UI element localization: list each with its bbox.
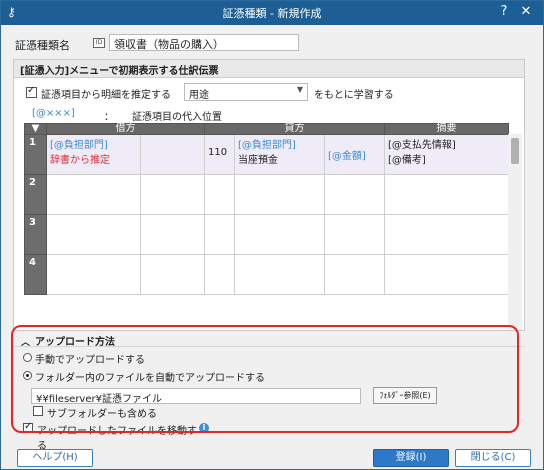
- folder-path-input[interactable]: ¥¥fileserver¥証憑ファイル: [31, 388, 361, 405]
- auto-upload-radio[interactable]: [23, 371, 32, 380]
- placeholder-colon: ：: [104, 112, 114, 123]
- table-row[interactable]: 1 [@負担部門] 辞書から推定 110 [@負担部門] 当座預金 [@金額] …: [24, 134, 509, 175]
- move-files-checkbox[interactable]: [23, 421, 33, 433]
- table-cell[interactable]: [324, 254, 385, 295]
- slip-table-header: ▼ 借方 貸方 摘要: [24, 123, 509, 135]
- close-button[interactable]: 閉じる(C): [455, 449, 531, 467]
- manual-upload-radio[interactable]: [23, 353, 32, 362]
- id-card-icon: ID: [93, 38, 105, 48]
- table-cell[interactable]: [46, 174, 141, 215]
- kind-name-input[interactable]: 領収書（物品の購入）: [109, 34, 299, 51]
- estimate-checkbox[interactable]: [26, 85, 37, 98]
- close-icon[interactable]: ✕: [517, 4, 535, 22]
- manual-upload-label[interactable]: 手動でアップロードする: [35, 351, 235, 366]
- table-cell[interactable]: [140, 254, 205, 295]
- summary-line: [@備考]: [388, 155, 426, 166]
- help-icon[interactable]: ?: [495, 4, 513, 22]
- dialog-window: ⚷ 証憑種類 - 新規作成 ? ✕ 証憑種類名 ID 領収書（物品の購入） [証…: [0, 0, 544, 470]
- table-cell[interactable]: [384, 254, 509, 295]
- table-row[interactable]: 4: [24, 254, 509, 295]
- table-cell[interactable]: [324, 174, 385, 215]
- include-subfolders-checkbox[interactable]: [33, 406, 43, 416]
- table-row[interactable]: 3: [24, 214, 509, 255]
- scrollbar-thumb[interactable]: [511, 138, 519, 164]
- header-credit: 貸方: [204, 123, 385, 135]
- dialog-body: 証憑種類名 ID 領収書（物品の購入） [証憑入力]メニューで初期表示する仕訳伝…: [1, 25, 543, 469]
- table-cell[interactable]: [46, 254, 141, 295]
- table-cell[interactable]: [384, 214, 509, 255]
- credit-amount-cell[interactable]: [@金額]: [324, 134, 385, 175]
- summary-line: [@支払先情報]: [388, 140, 456, 151]
- credit-account: 当座預金: [238, 155, 278, 166]
- info-icon[interactable]: i: [199, 423, 209, 433]
- header-summary: 摘要: [384, 123, 509, 135]
- row-number: 1: [24, 134, 47, 175]
- credit-code-cell[interactable]: 110: [204, 134, 235, 175]
- debit-account-cell[interactable]: [@負担部門] 辞書から推定: [46, 134, 141, 175]
- move-files-label[interactable]: アップロードしたファイルを移動する: [37, 422, 197, 452]
- upload-section-header[interactable]: ︿ アップロード方法: [13, 331, 525, 348]
- placeholder-description: 証憑項目の代入位置: [132, 112, 222, 123]
- row-number: 4: [24, 254, 47, 295]
- include-subfolders-label[interactable]: サブフォルダーも含める: [47, 405, 167, 420]
- kind-name-label: 証憑種類名: [15, 39, 70, 52]
- table-cell[interactable]: [46, 214, 141, 255]
- summary-cell[interactable]: [@支払先情報] [@備考]: [384, 134, 509, 175]
- debit-amount-cell[interactable]: [140, 134, 205, 175]
- help-button[interactable]: ヘルプ(H): [17, 449, 93, 467]
- chevron-down-icon: ▼: [296, 85, 303, 94]
- table-cell[interactable]: [234, 174, 325, 215]
- table-row[interactable]: 2: [24, 174, 509, 215]
- estimate-select-value: 用途: [189, 90, 209, 101]
- slip-panel: [証憑入力]メニューで初期表示する仕訳伝票 証憑項目から明細を推定する 用途 ▼…: [13, 59, 525, 331]
- table-cell[interactable]: [140, 174, 205, 215]
- table-cell[interactable]: [204, 174, 235, 215]
- estimate-label[interactable]: 証憑項目から明細を推定する: [41, 86, 191, 101]
- register-button[interactable]: 登録(I): [373, 449, 449, 467]
- debit-dept: [@負担部門]: [50, 140, 108, 151]
- upload-section-title: アップロード方法: [35, 337, 116, 348]
- credit-code: 110: [208, 147, 228, 158]
- table-cell[interactable]: [234, 214, 325, 255]
- slip-panel-header: [証憑入力]メニューで初期表示する仕訳伝票: [14, 60, 524, 78]
- credit-account-cell[interactable]: [@負担部門] 当座預金: [234, 134, 325, 175]
- title-bar[interactable]: ⚷ 証憑種類 - 新規作成 ? ✕: [1, 1, 543, 25]
- row-number: 2: [24, 174, 47, 215]
- upload-section: ︿ アップロード方法 手動でアップロードする フォルダー内のファイルを自動でアップ…: [13, 331, 525, 409]
- browse-folder-button[interactable]: ﾌｫﾙﾀﾞｰ参照(E): [373, 387, 437, 404]
- header-debit: 借方: [46, 123, 205, 135]
- window-title: 証憑種類 - 新規作成: [222, 7, 322, 20]
- header-corner: ▼: [24, 123, 47, 135]
- table-scrollbar[interactable]: [508, 134, 522, 330]
- table-cell[interactable]: [384, 174, 509, 215]
- estimate-suffix: をもとに学習する: [314, 90, 394, 101]
- table-cell[interactable]: [204, 214, 235, 255]
- auto-upload-label[interactable]: フォルダー内のファイルを自動でアップロードする: [35, 369, 295, 384]
- estimate-select[interactable]: 用途 ▼: [184, 83, 308, 101]
- chevron-up-icon[interactable]: ︿: [21, 338, 30, 348]
- row-number: 3: [24, 214, 47, 255]
- table-cell[interactable]: [324, 214, 385, 255]
- placeholder-token: [@×××]: [32, 108, 75, 119]
- credit-amount: [@金額]: [328, 151, 366, 162]
- table-cell[interactable]: [234, 254, 325, 295]
- debit-account: 辞書から推定: [50, 155, 110, 166]
- table-cell[interactable]: [140, 214, 205, 255]
- credit-dept: [@負担部門]: [238, 140, 296, 151]
- table-cell[interactable]: [204, 254, 235, 295]
- slip-table: ▼ 借方 貸方 摘要 1 [@負担部門] 辞書から推定 110 [@負担部門] …: [24, 123, 509, 295]
